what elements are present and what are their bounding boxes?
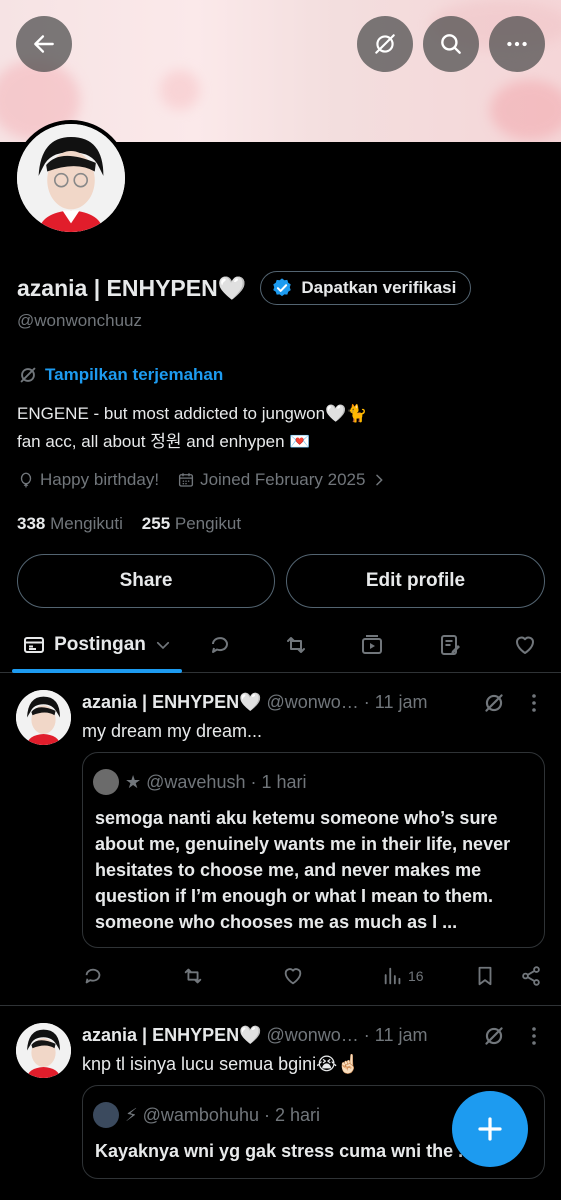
views-count: 16 bbox=[408, 968, 424, 984]
more-options-button[interactable] bbox=[489, 16, 545, 72]
profile-tabs: Postingan bbox=[0, 618, 561, 673]
repost-icon bbox=[184, 968, 202, 984]
heart-icon bbox=[516, 636, 534, 654]
birthday-item: Happy birthday! bbox=[17, 470, 159, 490]
calendar-icon bbox=[179, 473, 194, 487]
quoted-handle-time: ⚡ @wambohuhu · 2 hari bbox=[125, 1104, 321, 1125]
post-text: my dream my dream... bbox=[82, 721, 263, 741]
quoted-post[interactable]: ★ @wavehush · 1 hari semoga nanti aku ke… bbox=[82, 752, 545, 948]
quoted-post-header: ⚡ @wambohuhu · 2 hari bbox=[93, 1102, 320, 1128]
banner-decoration bbox=[160, 70, 200, 110]
tab-media[interactable] bbox=[354, 618, 390, 672]
tab-likes[interactable] bbox=[507, 618, 543, 672]
back-button[interactable] bbox=[16, 16, 72, 72]
post-handle-time: @wonwo… · 11 jam bbox=[266, 1025, 428, 1045]
following-count: 338 bbox=[17, 514, 46, 533]
post-text: knp tl isinya lucu semua bgini😭☝🏻 bbox=[82, 1054, 360, 1074]
grok-icon bbox=[375, 34, 395, 54]
bookmark-icon bbox=[478, 966, 492, 986]
grok-button[interactable] bbox=[357, 16, 413, 72]
share-icon bbox=[522, 966, 540, 986]
bio-line: fan acc, all about 정원 and enhypen 💌 bbox=[17, 432, 311, 451]
plus-icon bbox=[478, 1117, 502, 1141]
post-author-name[interactable]: azania | ENHYPEN🤍 bbox=[82, 1025, 262, 1046]
article-icon bbox=[441, 635, 460, 655]
follow-stats: 338 Mengikuti 255 Pengikut bbox=[17, 514, 241, 534]
show-translation-label: Tampilkan terjemahan bbox=[45, 365, 224, 384]
tab-replies[interactable] bbox=[202, 618, 238, 672]
reply-icon bbox=[212, 637, 228, 653]
more-vertical-icon[interactable] bbox=[522, 1024, 546, 1048]
get-verified-label: Dapatkan verifikasi bbox=[301, 278, 457, 297]
tab-articles[interactable] bbox=[432, 618, 468, 672]
post-avatar[interactable] bbox=[16, 690, 71, 745]
active-tab-indicator bbox=[12, 669, 182, 673]
profile-avatar[interactable] bbox=[13, 120, 129, 236]
analytics-icon bbox=[384, 967, 401, 985]
tab-reposts[interactable] bbox=[278, 618, 314, 672]
post-header: azania | ENHYPEN🤍 @wonwo… · 11 jam bbox=[82, 692, 428, 713]
grok-icon[interactable] bbox=[481, 690, 507, 716]
post-item[interactable]: azania | ENHYPEN🤍 @wonwo… · 11 jam my dr… bbox=[0, 674, 561, 1006]
chevron-down-icon bbox=[156, 641, 169, 650]
arrow-left-icon bbox=[34, 35, 54, 53]
video-icon bbox=[362, 635, 382, 654]
search-icon bbox=[441, 34, 461, 54]
avatar-image bbox=[17, 124, 125, 232]
bio-line: ENGENE - but most addicted to jungwon🤍🐈 bbox=[17, 404, 368, 423]
repost-button[interactable] bbox=[182, 965, 204, 987]
following-label: Mengikuti bbox=[50, 514, 123, 533]
banner-decoration bbox=[490, 80, 561, 140]
tab-posts[interactable]: Postingan bbox=[12, 618, 182, 673]
more-icon bbox=[507, 41, 527, 47]
more-vertical-icon[interactable] bbox=[522, 691, 546, 715]
quoted-post-header: ★ @wavehush · 1 hari bbox=[93, 769, 307, 795]
profile-name-row: azania | ENHYPEN🤍 Dapatkan verifikasi bbox=[17, 271, 472, 305]
share-button[interactable]: Share bbox=[17, 554, 275, 608]
post-avatar[interactable] bbox=[16, 1023, 71, 1078]
tab-posts-label: Postingan bbox=[54, 634, 146, 655]
post-author-name[interactable]: azania | ENHYPEN🤍 bbox=[82, 692, 262, 713]
profile-meta: Happy birthday! Joined February 2025 bbox=[17, 470, 410, 490]
share-post-button[interactable] bbox=[520, 965, 542, 987]
profile-name: azania | ENHYPEN🤍 bbox=[17, 274, 247, 301]
heart-icon bbox=[284, 968, 302, 985]
reply-icon bbox=[85, 968, 101, 984]
quoted-post-text: semoga nanti aku ketemu someone who’s su… bbox=[95, 808, 511, 932]
edit-profile-button[interactable]: Edit profile bbox=[286, 554, 545, 608]
bookmark-button[interactable] bbox=[474, 965, 496, 987]
grok-icon bbox=[20, 367, 36, 383]
post-actions: 16 bbox=[82, 965, 547, 995]
joined-text: Joined February 2025 bbox=[200, 470, 366, 489]
avatar-image bbox=[16, 690, 71, 745]
post-header: azania | ENHYPEN🤍 @wonwo… · 11 jam bbox=[82, 1025, 428, 1046]
followers-link[interactable]: 255 Pengikut bbox=[142, 514, 241, 533]
quoted-avatar bbox=[93, 1102, 119, 1128]
post-handle-time: @wonwo… · 11 jam bbox=[266, 692, 428, 712]
profile-bio: ENGENE - but most addicted to jungwon🤍🐈 … bbox=[17, 400, 367, 456]
show-translation-link[interactable]: Tampilkan terjemahan bbox=[17, 364, 223, 386]
joined-item[interactable]: Joined February 2025 bbox=[177, 470, 392, 490]
views-button[interactable]: 16 bbox=[382, 965, 424, 987]
quoted-handle-time: ★ @wavehush · 1 hari bbox=[125, 771, 307, 792]
search-button[interactable] bbox=[423, 16, 479, 72]
followers-count: 255 bbox=[141, 514, 171, 533]
reply-button[interactable] bbox=[82, 965, 104, 987]
verified-badge-icon bbox=[273, 278, 292, 297]
avatar-image bbox=[16, 1023, 71, 1078]
profile-handle: @wonwonchuuz bbox=[17, 311, 142, 330]
like-button[interactable] bbox=[282, 965, 304, 987]
get-verified-button[interactable]: Dapatkan verifikasi bbox=[260, 271, 472, 305]
chevron-right-icon bbox=[376, 474, 384, 486]
quoted-avatar bbox=[93, 769, 119, 795]
compose-button[interactable] bbox=[452, 1091, 528, 1167]
posts-tab-icon bbox=[24, 637, 45, 653]
birthday-text: Happy birthday! bbox=[40, 470, 160, 489]
repost-icon bbox=[287, 637, 305, 653]
following-link[interactable]: 338 Mengikuti bbox=[17, 514, 123, 533]
followers-label: Pengikut bbox=[174, 514, 242, 533]
grok-icon[interactable] bbox=[481, 1023, 507, 1049]
balloon-icon bbox=[20, 472, 32, 488]
